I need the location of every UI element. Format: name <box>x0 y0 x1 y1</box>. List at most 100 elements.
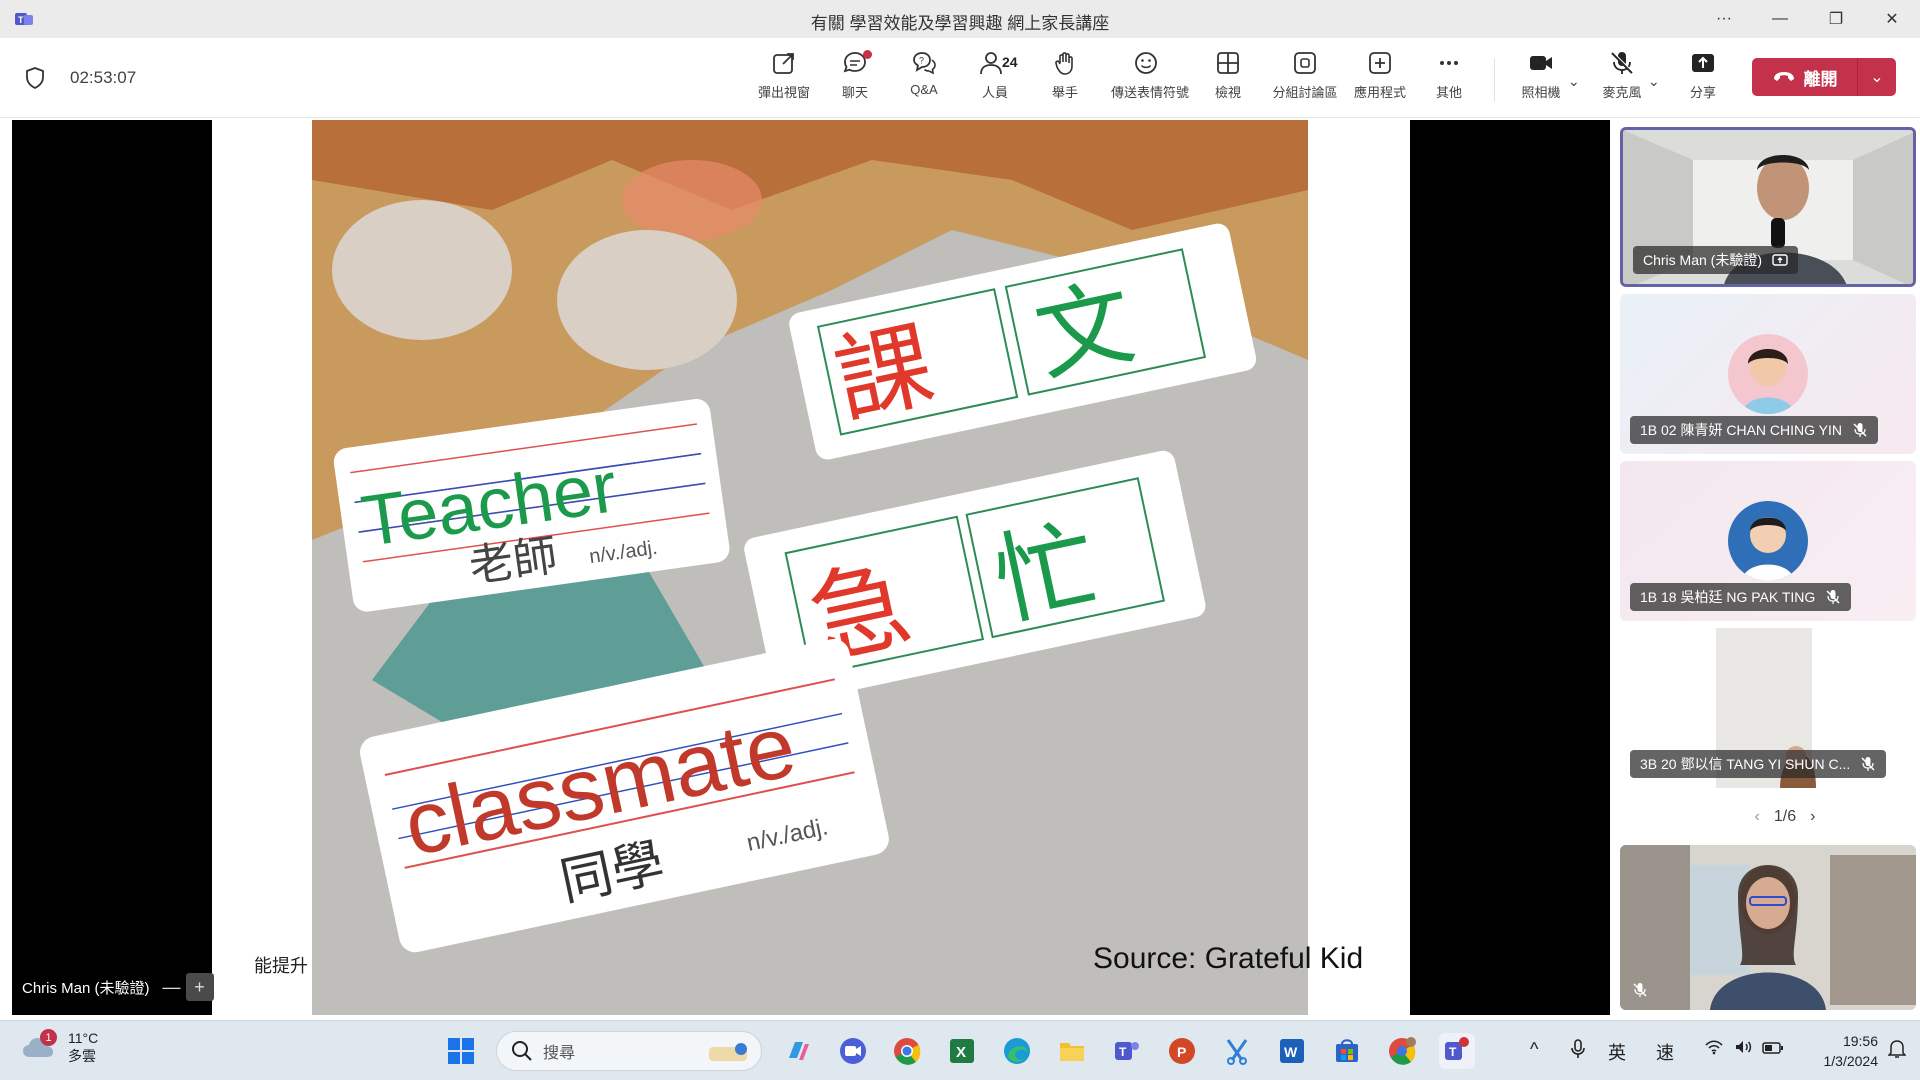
popout-button[interactable]: 彈出視窗 <box>749 50 819 110</box>
breakout-rooms-label: 分組討論區 <box>1272 85 1338 100</box>
apps-button[interactable]: 應用程式 <box>1345 50 1415 110</box>
store-icon[interactable] <box>1329 1033 1365 1069</box>
title-bar: T 有關 學習效能及學習興趣 網上家長講座 ··· — ❐ ✕ <box>0 0 1920 38</box>
search-placeholder: 搜尋 <box>543 1045 576 1062</box>
mic-options-caret[interactable]: ⌄ <box>1648 73 1660 90</box>
leave-options-chevron-icon[interactable]: ⌄ <box>1858 67 1896 87</box>
restore-button[interactable]: ❐ <box>1808 0 1864 38</box>
chat-button[interactable]: 聊天 <box>820 50 890 110</box>
chevron-left-icon[interactable]: ‹ <box>1755 808 1760 825</box>
shared-slide: 課 文 Teacher 老師 n/v./adj. 急 忙 classmate 同… <box>212 120 1410 1015</box>
windows-taskbar: 1 11°C 多雲 搜尋 X T P W T ^ 英 速 19:56 1/3/2… <box>0 1020 1920 1080</box>
leave-label: 離開 <box>1803 69 1838 89</box>
participant-name: 3B 20 鄧以信 TANG YI SHUN C... <box>1630 750 1887 778</box>
svg-text:P: P <box>1177 1044 1186 1060</box>
participant-tile[interactable]: 1B 02 陳青妍 CHAN CHING YIN <box>1620 294 1916 454</box>
qa-button[interactable]: ? Q&A <box>889 50 959 110</box>
react-label: 傳送表情符號 <box>1111 85 1190 100</box>
excel-icon[interactable]: X <box>944 1033 980 1069</box>
powerpoint-icon[interactable]: P <box>1164 1033 1200 1069</box>
presenter-nameplate: Chris Man (未驗證) — + <box>12 970 214 1004</box>
battery-icon[interactable] <box>1762 1039 1784 1060</box>
camera-button[interactable]: 照相機 <box>1506 50 1576 110</box>
chat-label: 聊天 <box>841 85 868 100</box>
meeting-toolbar: 02:53:07 彈出視窗 聊天 ? Q&A 24 人員 舉手 傳送表情符號 檢… <box>0 38 1920 118</box>
ime-mode-english[interactable]: 英 <box>1608 1039 1626 1065</box>
notification-bell-icon[interactable] <box>1887 1039 1907 1064</box>
source-credit: Source: Grateful Kid <box>1093 942 1364 975</box>
page-indicator: 1/6 <box>1773 808 1797 825</box>
view-button[interactable]: 檢視 <box>1193 50 1263 110</box>
more-options-button[interactable]: ··· <box>1696 0 1752 38</box>
close-button[interactable]: ✕ <box>1864 0 1920 38</box>
qa-icon: ? <box>913 52 936 75</box>
copilot-icon[interactable] <box>780 1033 816 1069</box>
chevron-right-icon[interactable]: › <box>1810 808 1815 825</box>
mic-button[interactable]: 麥克風 <box>1587 50 1657 110</box>
search-highlight-icon <box>709 1043 747 1061</box>
file-explorer-icon[interactable] <box>1054 1033 1090 1069</box>
snipping-tool-icon[interactable] <box>1219 1033 1255 1069</box>
teams-new-icon[interactable]: T <box>1439 1033 1475 1069</box>
minimize-button[interactable]: — <box>1752 0 1808 38</box>
system-clock[interactable]: 19:56 1/3/2024 <box>1814 1031 1879 1071</box>
more-icon <box>1440 61 1458 65</box>
leave-button[interactable]: 離開 ⌄ <box>1752 58 1896 96</box>
zoom-icon[interactable] <box>835 1033 871 1069</box>
people-label: 人員 <box>981 85 1008 100</box>
chrome-profile-icon[interactable] <box>1384 1033 1420 1069</box>
slide-caption: 能提升 <box>254 956 308 976</box>
zoom-out-icon[interactable]: — <box>158 973 186 1001</box>
notification-badge: 1 <box>40 1029 57 1046</box>
participant-panel: Chris Man (未驗證) 1B 02 陳青妍 CHAN CHING YIN… <box>1610 120 1920 1015</box>
svg-text:W: W <box>1284 1044 1298 1060</box>
raise-hand-button[interactable]: 舉手 <box>1030 50 1100 110</box>
popout-icon <box>773 53 794 74</box>
svg-text:T: T <box>1449 1045 1457 1059</box>
mic-muted-icon <box>1826 590 1840 604</box>
qa-label: Q&A <box>910 82 938 97</box>
breakout-rooms-button[interactable]: 分組討論區 <box>1270 50 1340 110</box>
more-label: 其他 <box>1435 85 1462 100</box>
zoom-in-icon[interactable]: + <box>185 973 214 1001</box>
notification-dot <box>863 50 872 59</box>
participant-name: Chris Man (未驗證) <box>1633 246 1799 274</box>
windows-start-icon[interactable] <box>443 1033 479 1069</box>
participant-tile[interactable]: Chris Man (未驗證) <box>1620 127 1916 287</box>
share-label: 分享 <box>1689 85 1716 100</box>
chevron-up-icon[interactable]: ^ <box>1530 1039 1538 1060</box>
ime-mode-quick[interactable]: 速 <box>1656 1039 1674 1065</box>
share-button[interactable]: 分享 <box>1668 50 1738 110</box>
taskbar-search[interactable]: 搜尋 <box>496 1031 762 1071</box>
shared-content-stage: 課 文 Teacher 老師 n/v./adj. 急 忙 classmate 同… <box>12 120 1610 1015</box>
share-icon <box>1692 54 1714 72</box>
popout-label: 彈出視窗 <box>757 85 810 100</box>
camera-options-caret[interactable]: ⌄ <box>1568 73 1580 90</box>
mic-muted-icon <box>1633 983 1647 997</box>
participant-tile[interactable]: 1B 18 吳柏廷 NG PAK TING <box>1620 461 1916 621</box>
teams-icon[interactable]: T <box>1109 1033 1145 1069</box>
mic-off-icon <box>1611 51 1634 74</box>
self-view-tile[interactable] <box>1620 845 1916 1010</box>
participant-tile[interactable]: 3B 20 鄧以信 TANG YI SHUN C... <box>1620 628 1916 788</box>
clock-date: 1/3/2024 <box>1823 1053 1879 1069</box>
chrome-icon[interactable] <box>889 1033 925 1069</box>
mic-label: 麥克風 <box>1602 85 1642 100</box>
raise-hand-label: 舉手 <box>1051 85 1078 100</box>
react-button[interactable]: 傳送表情符號 <box>1111 50 1190 110</box>
avatar <box>1728 334 1808 414</box>
toolbar-separator <box>1494 58 1495 102</box>
weather-widget[interactable]: 1 11°C 多雲 <box>22 1029 98 1065</box>
edge-icon[interactable] <box>999 1033 1035 1069</box>
microphone-icon[interactable] <box>1570 1039 1586 1064</box>
volume-icon[interactable] <box>1734 1039 1754 1060</box>
clock-time: 19:56 <box>1842 1033 1878 1049</box>
svg-text:T: T <box>1119 1045 1127 1059</box>
people-button[interactable]: 24 人員 <box>960 50 1030 110</box>
wifi-icon[interactable] <box>1704 1039 1724 1060</box>
window-title: 有關 學習效能及學習興趣 網上家長講座 <box>810 14 1110 33</box>
more-button[interactable]: 其他 <box>1414 50 1484 110</box>
participant-name-text: 1B 18 吳柏廷 NG PAK TING <box>1640 589 1816 605</box>
word-icon[interactable]: W <box>1274 1033 1310 1069</box>
camera-label: 照相機 <box>1521 85 1561 100</box>
